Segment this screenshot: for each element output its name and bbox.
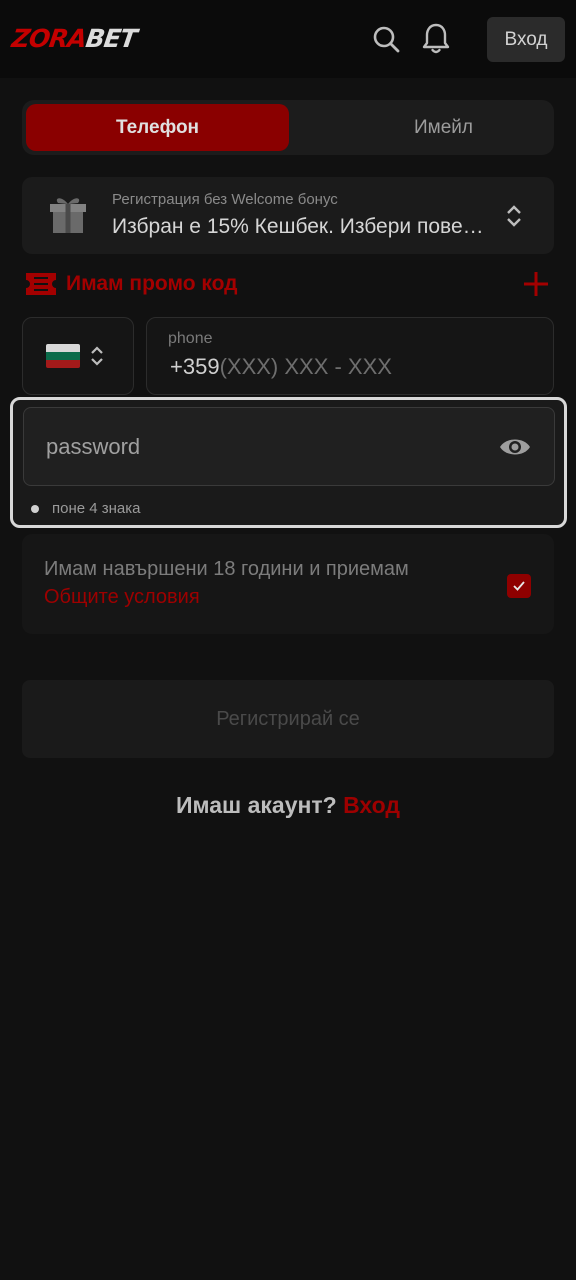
tab-email[interactable]: Имейл	[312, 104, 575, 151]
terms-link[interactable]: Общите условия	[44, 586, 200, 609]
bulgaria-flag-icon	[46, 344, 80, 368]
terms-consent: Имам навършени 18 години и приемам Общит…	[22, 534, 554, 634]
terms-checkbox[interactable]	[507, 574, 531, 598]
plus-icon[interactable]	[522, 270, 550, 298]
phone-country-code: +359	[170, 354, 220, 379]
tab-phone[interactable]: Телефон	[26, 104, 289, 151]
bonus-selector[interactable]: Регистрация без Welcome бонус Избран е 1…	[22, 177, 554, 254]
password-section: password поне 4 знака	[10, 397, 567, 528]
zorabet-logo[interactable]: ZORABET	[10, 24, 138, 53]
phone-input[interactable]: phone +359(XXX) XXX - XXX	[146, 317, 554, 395]
bullet-icon	[31, 504, 39, 513]
have-account-question: Имаш акаунт?	[176, 792, 337, 818]
phone-mask: (XXX) XXX - XXX	[219, 354, 392, 379]
register-button[interactable]: Регистрирай се	[22, 680, 554, 758]
logo-part-bet: BET	[83, 24, 139, 53]
gift-icon	[46, 193, 90, 237]
terms-text: Имам навършени 18 години и приемам	[44, 558, 409, 580]
promo-code-label: Имам промо код	[66, 272, 238, 295]
login-prompt: Имаш акаунт? Вход	[0, 792, 576, 819]
logo-part-zora: ZORA	[9, 24, 89, 53]
chevron-up-down-icon	[504, 203, 524, 229]
bonus-subtitle: Регистрация без Welcome бонус	[112, 191, 338, 208]
search-icon[interactable]	[370, 22, 402, 56]
password-hint: поне 4 знака	[31, 500, 141, 517]
ticket-icon	[24, 270, 58, 298]
bell-icon[interactable]	[420, 22, 452, 56]
phone-field-label: phone	[168, 330, 213, 347]
chevron-up-down-icon	[89, 344, 105, 368]
login-link[interactable]: Вход	[343, 792, 400, 818]
registration-method-tabs: Телефон Имейл	[22, 100, 554, 155]
password-hint-text: поне 4 знака	[52, 500, 141, 517]
promo-code-toggle[interactable]: Имам промо код	[22, 266, 554, 302]
password-placeholder: password	[46, 434, 141, 459]
eye-icon[interactable]	[498, 432, 532, 462]
check-icon	[513, 581, 525, 591]
login-button[interactable]: Вход	[487, 17, 565, 62]
bonus-selected-value: Избран е 15% Кешбек. Избери пове…	[112, 215, 484, 238]
password-input[interactable]: password	[23, 407, 555, 486]
header: ZORABET Вход	[0, 0, 576, 78]
phone-field-value: +359(XXX) XXX - XXX	[170, 354, 392, 380]
country-code-selector[interactable]	[22, 317, 134, 395]
